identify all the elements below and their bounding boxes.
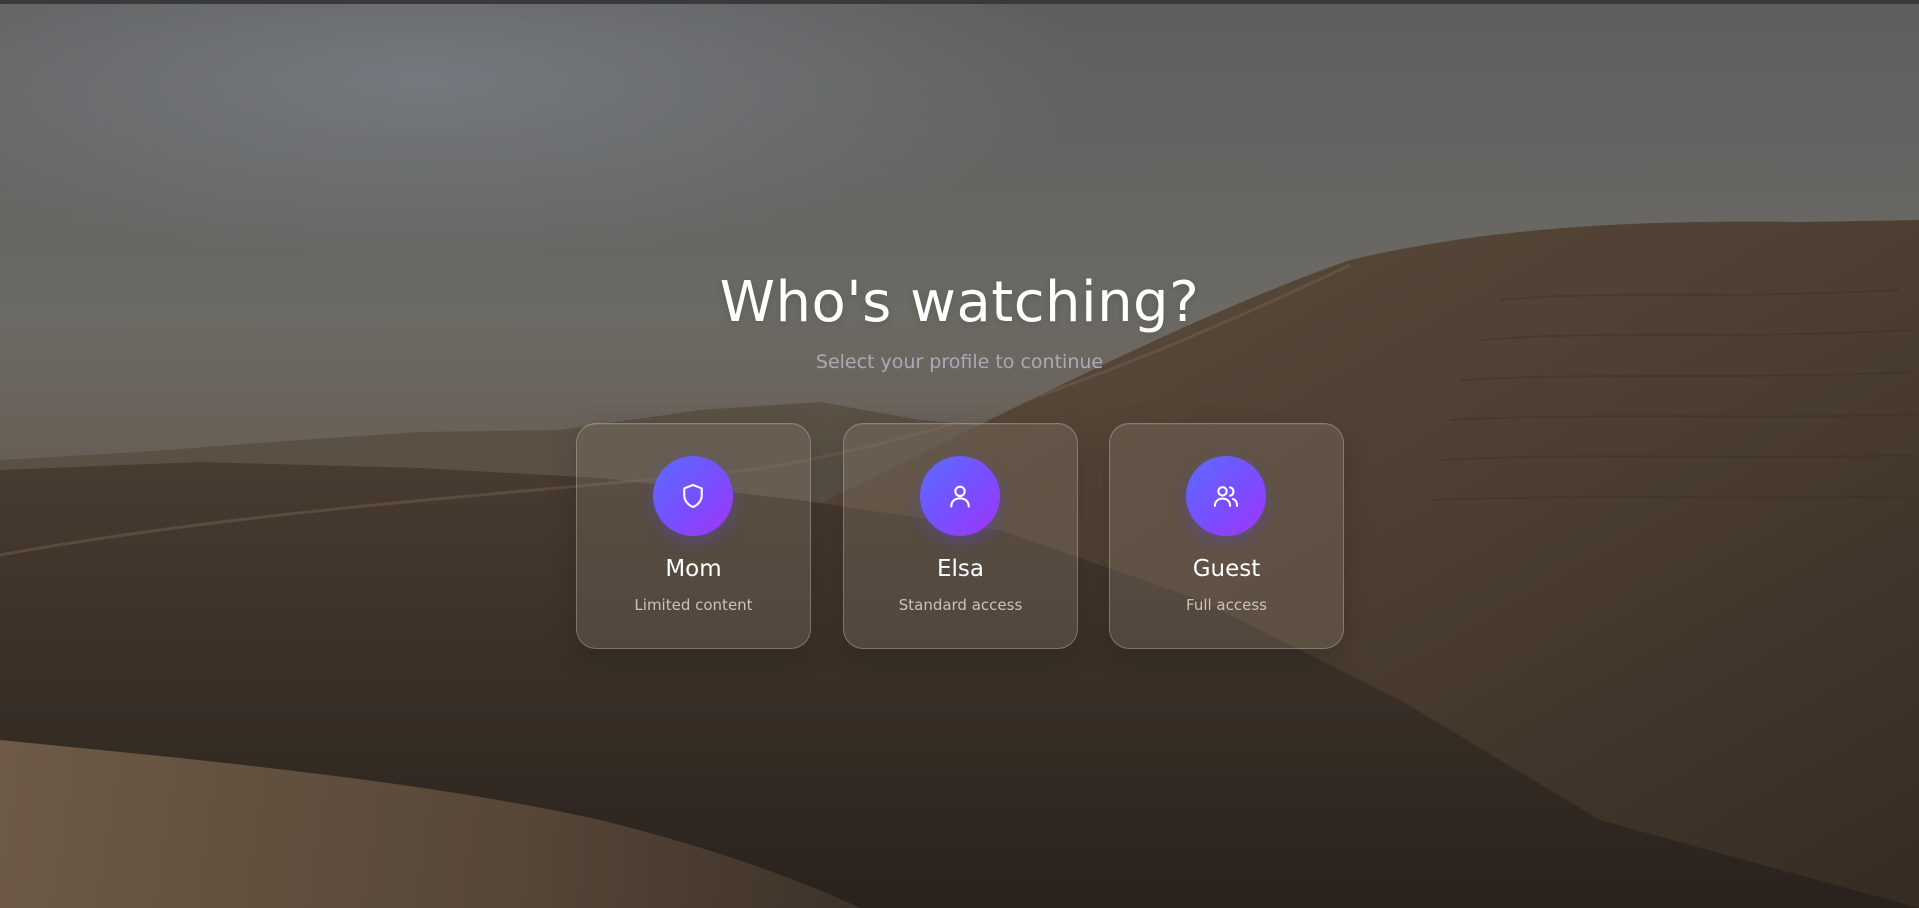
profile-access-level: Limited content: [634, 596, 753, 614]
profile-card-guest[interactable]: Guest Full access: [1109, 423, 1344, 649]
profile-card-mom[interactable]: Mom Limited content: [576, 423, 811, 649]
page-subtitle: Select your profile to continue: [815, 351, 1104, 373]
profile-avatar: [1186, 456, 1266, 536]
page-title: Who's watching?: [719, 270, 1200, 335]
profile-name: Guest: [1192, 556, 1261, 582]
user-icon: [950, 485, 970, 508]
profile-access-level: Standard access: [898, 596, 1023, 614]
profile-list: Mom Limited content Elsa Standard access: [576, 423, 1344, 649]
profile-picker: Who's watching? Select your profile to c…: [0, 0, 1919, 908]
profile-select-screen: Who's watching? Select your profile to c…: [0, 0, 1919, 908]
window-top-border: [0, 0, 1919, 4]
profile-card-elsa[interactable]: Elsa Standard access: [843, 423, 1078, 649]
shield-icon: [683, 483, 703, 509]
users-icon: [1213, 486, 1239, 507]
profile-avatar: [920, 456, 1000, 536]
profile-avatar: [653, 456, 733, 536]
profile-name: Mom: [665, 556, 722, 582]
profile-name: Elsa: [937, 556, 984, 582]
profile-access-level: Full access: [1186, 596, 1267, 614]
